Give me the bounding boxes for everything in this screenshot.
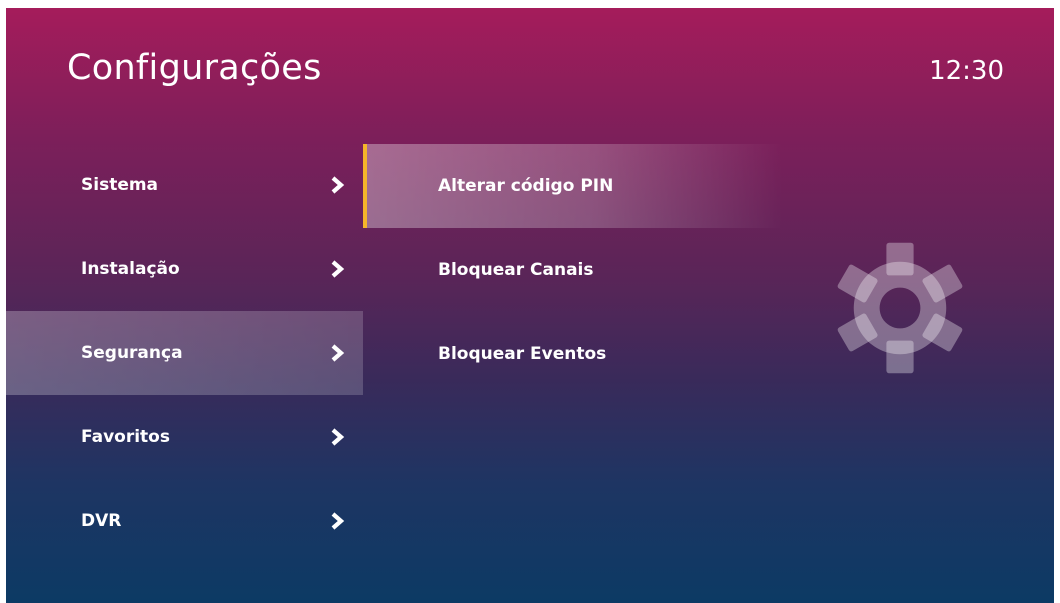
focus-indicator	[363, 144, 367, 228]
settings-category-menu: Sistema Instalação Segurança Favoritos D…	[6, 143, 363, 563]
gear-icon	[837, 242, 963, 374]
menu-item-favoritos[interactable]: Favoritos	[6, 395, 363, 479]
menu-item-sistema[interactable]: Sistema	[6, 143, 363, 227]
menu-item-seguranca[interactable]: Segurança	[6, 311, 363, 395]
menu-item-label: Instalação	[81, 259, 180, 279]
chevron-right-icon	[331, 260, 345, 278]
chevron-right-icon	[331, 176, 345, 194]
clock: 12:30	[929, 56, 1004, 86]
menu-item-dvr[interactable]: DVR	[6, 479, 363, 563]
page-title: Configurações	[67, 48, 322, 88]
settings-screen: Configurações 12:30 Sistema Instalação S…	[6, 8, 1054, 603]
option-bloquear-eventos[interactable]: Bloquear Eventos	[363, 312, 783, 396]
menu-item-label: Favoritos	[81, 427, 170, 447]
menu-item-instalacao[interactable]: Instalação	[6, 227, 363, 311]
menu-item-label: DVR	[81, 511, 122, 531]
menu-item-label: Sistema	[81, 175, 159, 195]
security-options-menu: Alterar código PIN Bloquear Canais Bloqu…	[363, 144, 783, 396]
chevron-right-icon	[331, 512, 345, 530]
option-alterar-pin[interactable]: Alterar código PIN	[363, 144, 783, 228]
option-label: Alterar código PIN	[438, 176, 614, 196]
option-label: Bloquear Canais	[438, 260, 594, 280]
chevron-right-icon	[331, 344, 345, 362]
chevron-right-icon	[331, 428, 345, 446]
option-label: Bloquear Eventos	[438, 344, 607, 364]
option-bloquear-canais[interactable]: Bloquear Canais	[363, 228, 783, 312]
menu-item-label: Segurança	[81, 343, 183, 363]
